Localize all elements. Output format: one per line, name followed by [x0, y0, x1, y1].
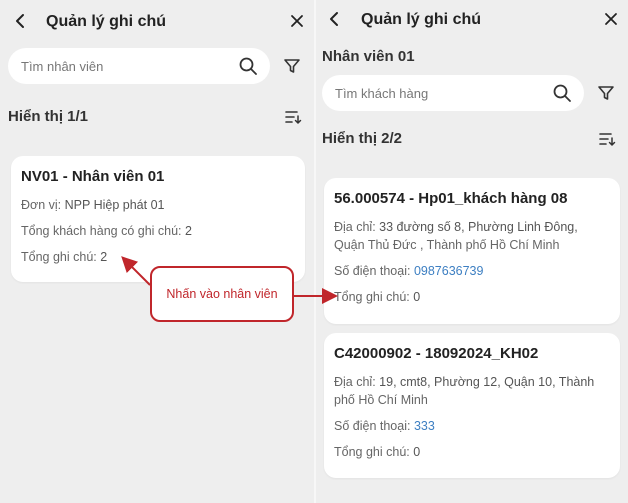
- close-icon[interactable]: [288, 12, 306, 30]
- total-notes-line: Tổng ghi chú: 0: [334, 290, 421, 304]
- address-line-continued: Quận Thủ Đức , Thành phố Hồ Chí Minh: [334, 238, 560, 252]
- search-icon[interactable]: [552, 83, 572, 103]
- back-arrow-icon[interactable]: [12, 12, 30, 30]
- customer-title: 56.000574 - Hp01_khách hàng 08: [334, 190, 568, 207]
- search-placeholder: Tìm khách hàng: [335, 86, 429, 101]
- result-count: Hiển thị 1/1: [8, 108, 89, 125]
- employee-search-input[interactable]: Tìm nhân viên: [8, 48, 270, 84]
- customer-card[interactable]: C42000902 - 18092024_KH02 Địa chỉ: 19, c…: [324, 333, 620, 478]
- customer-card[interactable]: 56.000574 - Hp01_khách hàng 08 Địa chỉ: …: [324, 178, 620, 324]
- phone-line: Số điện thoại: 333: [334, 419, 435, 433]
- search-icon[interactable]: [238, 56, 258, 76]
- filter-icon[interactable]: [596, 83, 616, 103]
- employee-list-panel: Quản lý ghi chú Tìm nhân viên Hiển thị 1…: [0, 0, 314, 503]
- phone-link[interactable]: 333: [414, 419, 435, 433]
- callout-text: Nhấn vào nhân viên: [166, 287, 278, 301]
- customer-list-panel: Quản lý ghi chú Nhân viên 01 Tìm khách h…: [316, 0, 628, 503]
- close-icon[interactable]: [602, 10, 620, 28]
- phone-line: Số điện thoại: 0987636739: [334, 264, 484, 278]
- address-line: Địa chỉ: 33 đường số 8, Phường Linh Đông…: [334, 220, 578, 234]
- total-notes-line: Tổng ghi chú: 0: [334, 445, 421, 459]
- annotation-callout: Nhấn vào nhân viên: [150, 266, 294, 322]
- address-line-continued: phố Hồ Chí Minh: [334, 393, 428, 407]
- total-notes-line: Tổng ghi chú: 2: [21, 250, 108, 264]
- employee-name-heading: Nhân viên 01: [322, 48, 415, 65]
- filter-icon[interactable]: [282, 56, 302, 76]
- page-title: Quản lý ghi chú: [46, 13, 167, 30]
- sort-icon[interactable]: [284, 108, 302, 126]
- employee-card[interactable]: NV01 - Nhân viên 01 Đơn vị: NPP Hiệp phá…: [11, 156, 305, 282]
- sort-icon[interactable]: [598, 130, 616, 148]
- customers-with-notes-line: Tổng khách hàng có ghi chú: 2: [21, 224, 192, 238]
- result-count: Hiển thị 2/2: [322, 130, 403, 147]
- phone-link[interactable]: 0987636739: [414, 264, 484, 278]
- search-placeholder: Tìm nhân viên: [21, 59, 104, 74]
- header: Quản lý ghi chú: [316, 2, 628, 36]
- customer-title: C42000902 - 18092024_KH02: [334, 345, 539, 362]
- unit-line: Đơn vị: NPP Hiệp phát 01: [21, 198, 165, 212]
- employee-title: NV01 - Nhân viên 01: [21, 168, 165, 185]
- page-title: Quản lý ghi chú: [361, 11, 482, 28]
- address-line: Địa chỉ: 19, cmt8, Phường 12, Quận 10, T…: [334, 375, 595, 389]
- back-arrow-icon[interactable]: [326, 10, 344, 28]
- customer-search-input[interactable]: Tìm khách hàng: [322, 75, 584, 111]
- header: Quản lý ghi chú: [0, 4, 314, 38]
